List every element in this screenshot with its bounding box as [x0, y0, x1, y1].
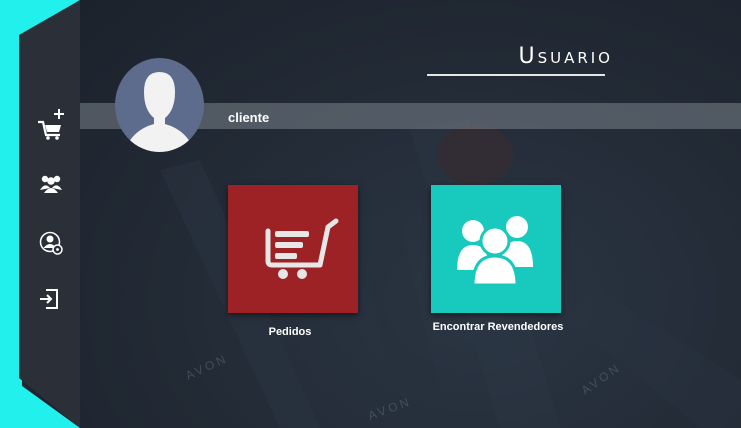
user-name: cliente — [228, 110, 270, 125]
encontrar-revendedores-label: Encontrar Revendedores — [432, 321, 564, 333]
pedidos-label: Pedidos — [268, 326, 312, 338]
users-group-icon[interactable] — [39, 173, 63, 193]
page-title: Usuario — [518, 44, 613, 69]
sidebar — [19, 0, 80, 428]
watermark-avon-3: AVON — [579, 360, 624, 397]
logout-icon[interactable] — [38, 288, 60, 310]
pedidos-tile[interactable] — [228, 185, 358, 313]
app-window: AVON AVON AVON cliente Usuario Pedidos E… — [0, 0, 741, 428]
watermark-avon-1: AVON — [183, 351, 230, 383]
title-underline — [427, 74, 605, 76]
add-to-cart-icon[interactable] — [36, 108, 66, 140]
user-settings-icon[interactable] — [39, 231, 63, 255]
encontrar-revendedores-tile[interactable] — [431, 185, 561, 313]
people-group-icon — [457, 216, 533, 287]
avatar — [115, 58, 204, 152]
shopping-cart-icon — [265, 218, 339, 279]
